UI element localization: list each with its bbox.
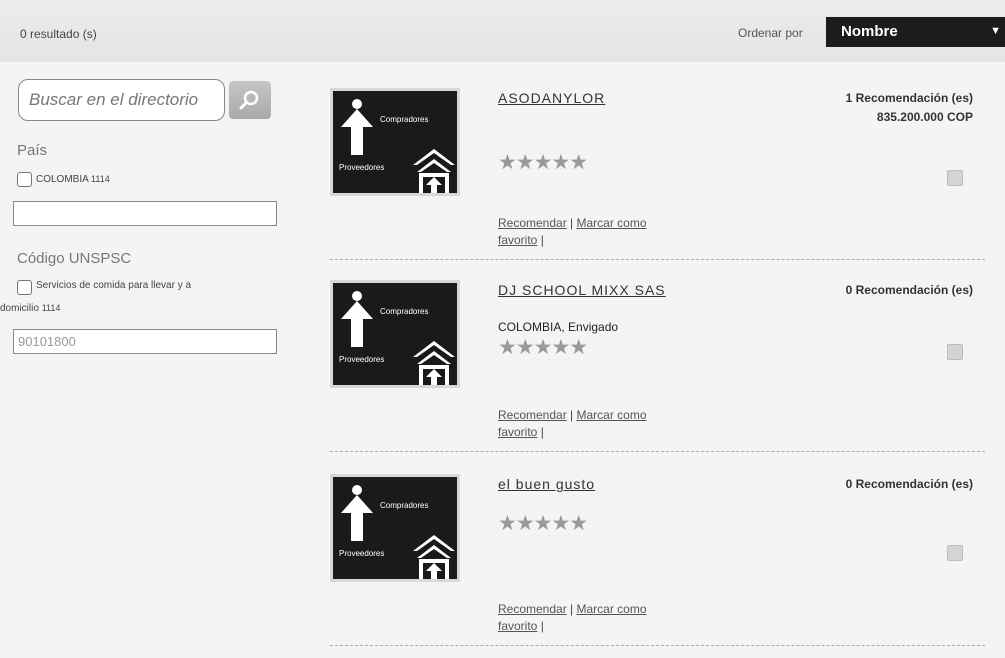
logo-top-text: Compradores [380, 115, 429, 124]
country-filter-input[interactable] [13, 201, 277, 226]
result-card: Compradores Proveedores ASODANYLOR ★★★★★… [330, 65, 985, 260]
recommend-link[interactable]: Recomendar [498, 408, 567, 422]
company-logo: Compradores Proveedores [330, 474, 460, 582]
card-divider [330, 645, 985, 646]
unspsc-option-line2: domicilio 1114 [0, 298, 60, 319]
action-separator: | [540, 233, 544, 247]
result-card: Compradores Proveedores el buen gusto ★★… [330, 451, 985, 646]
house-icon [413, 535, 455, 579]
favorite-link-line2: favorito [498, 619, 538, 633]
sort-dropdown[interactable]: Nombre ▼ [826, 17, 1005, 47]
unspsc-filter-heading: Código UNSPSC [17, 250, 132, 267]
action-separator: | [570, 602, 574, 616]
unspsc-option-line1: Servicios de comida para llevar y a [36, 280, 192, 291]
logo-bottom-text: Proveedores [339, 163, 385, 172]
company-name-link[interactable]: el buen gusto [498, 476, 595, 492]
logo-bottom-text: Proveedores [339, 549, 385, 558]
buyer-arrow-icon [341, 291, 373, 347]
search-button[interactable] [229, 81, 271, 119]
country-option-label: COLOMBIA 1114 [36, 169, 110, 190]
company-location: COLOMBIA, Envigado [498, 320, 619, 334]
chevron-down-icon: ▼ [990, 25, 1001, 37]
country-option-count: 1114 [91, 174, 110, 184]
company-logo: Compradores Proveedores [330, 88, 460, 196]
sort-value: Nombre [841, 23, 898, 40]
search-icon [239, 90, 259, 110]
favorite-checkbox[interactable] [947, 170, 963, 186]
favorite-link-line1: Marcar como [576, 408, 647, 422]
action-separator: | [570, 216, 574, 230]
star-rating[interactable]: ★★★★★ [498, 152, 588, 173]
country-option-name: COLOMBIA [36, 174, 89, 185]
favorite-link-line2: favorito [498, 233, 538, 247]
logo-top-text: Compradores [380, 307, 429, 316]
results-toolbar: 0 resultado (s) Ordenar por Nombre ▼ [0, 0, 1005, 62]
card-actions: Recomendar | Marcar como favorito | [498, 407, 708, 441]
favorite-link-line1: Marcar como [576, 602, 647, 616]
unspsc-option-name: domicilio [0, 303, 39, 314]
favorite-link-line1: Marcar como [576, 216, 647, 230]
recommend-link[interactable]: Recomendar [498, 602, 567, 616]
recommendation-count: 0 Recomendación (es) [845, 477, 973, 491]
favorite-checkbox[interactable] [947, 545, 963, 561]
result-card: Compradores Proveedores DJ SCHOOL MIXX S… [330, 257, 985, 452]
recommendation-count: 1 Recomendación (es) [845, 91, 973, 105]
recommendation-count: 0 Recomendación (es) [845, 283, 973, 297]
house-icon [413, 149, 455, 193]
buyer-arrow-icon [341, 99, 373, 155]
unspsc-filter-input[interactable] [13, 329, 277, 354]
sort-label: Ordenar por [738, 26, 803, 40]
unspsc-checkbox[interactable] [17, 280, 32, 295]
contract-amount: 835.200.000 COP [876, 110, 973, 124]
country-filter-heading: País [17, 142, 48, 159]
company-logo: Compradores Proveedores [330, 280, 460, 388]
house-icon [413, 341, 455, 385]
action-separator: | [540, 425, 544, 439]
search-input[interactable] [18, 79, 225, 121]
logo-top-text: Compradores [380, 501, 429, 510]
buyer-arrow-icon [341, 485, 373, 541]
favorite-link-line2: favorito [498, 425, 538, 439]
result-count: 0 resultado (s) [20, 27, 97, 41]
unspsc-option-count: 1114 [41, 303, 61, 313]
action-separator: | [570, 408, 574, 422]
logo-bottom-text: Proveedores [339, 355, 385, 364]
card-actions: Recomendar | Marcar como favorito | [498, 215, 708, 249]
company-name-link[interactable]: DJ SCHOOL MIXX SAS [498, 282, 666, 298]
recommend-link[interactable]: Recomendar [498, 216, 567, 230]
company-name-link[interactable]: ASODANYLOR [498, 90, 605, 106]
favorite-checkbox[interactable] [947, 344, 963, 360]
star-rating[interactable]: ★★★★★ [498, 337, 588, 358]
card-actions: Recomendar | Marcar como favorito | [498, 601, 708, 635]
star-rating[interactable]: ★★★★★ [498, 513, 588, 534]
country-checkbox[interactable] [17, 172, 32, 187]
action-separator: | [540, 619, 544, 633]
